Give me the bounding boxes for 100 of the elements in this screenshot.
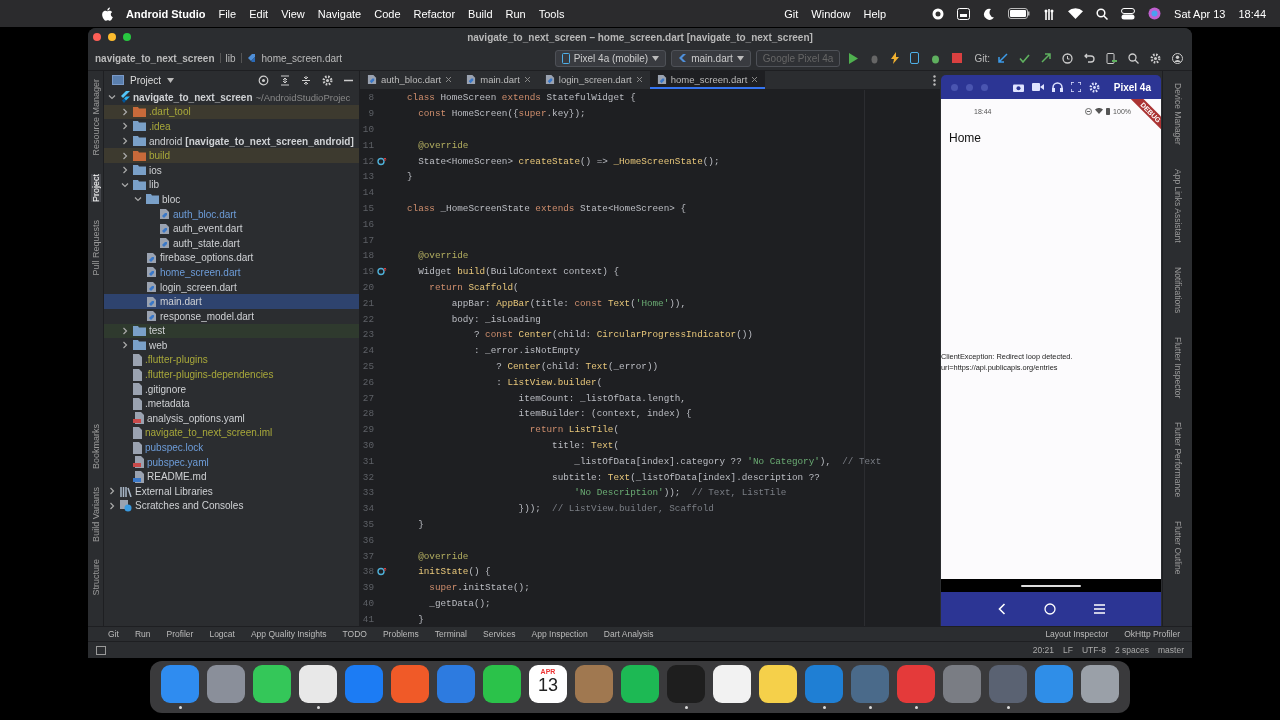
status-item[interactable]: 2 spaces (1115, 645, 1149, 655)
minimize-button[interactable] (108, 33, 116, 41)
arrow-icon[interactable] (1041, 53, 1051, 63)
stop-icon[interactable] (952, 53, 963, 63)
editor-tab[interactable]: home_screen.dart (649, 71, 766, 89)
menu-item[interactable]: Build (468, 7, 493, 20)
menu-item[interactable]: Tools (538, 7, 565, 20)
chevron-icon[interactable] (121, 166, 129, 175)
search-icon[interactable] (1128, 52, 1139, 64)
tool-window-button[interactable]: Problems (382, 629, 419, 639)
tool-window-button[interactable]: Run (134, 629, 151, 639)
menu-item[interactable]: Window (811, 7, 851, 20)
chevron-icon[interactable] (134, 195, 142, 204)
app-icon[interactable] (713, 665, 751, 703)
home-indicator[interactable] (1021, 584, 1081, 587)
tree-row[interactable]: README.md (104, 469, 359, 485)
tool-window-tab[interactable]: Flutter Inspector (1172, 336, 1183, 399)
chevron-icon[interactable] (108, 487, 116, 496)
tree-row[interactable]: .gitignore (104, 381, 359, 397)
apple-icon[interactable] (101, 6, 113, 21)
panel-title[interactable]: Project (130, 74, 162, 86)
tree-row[interactable]: test (104, 323, 359, 339)
chevron-icon[interactable] (121, 341, 129, 350)
tool-window-tab[interactable]: Build Variants (90, 486, 101, 542)
phone-icon[interactable] (910, 52, 920, 64)
arrow-icon[interactable] (998, 53, 1008, 63)
menu-item[interactable]: Run (505, 7, 526, 20)
collapse-all-icon[interactable] (301, 74, 311, 86)
tree-row[interactable]: analysis_options.yaml (104, 411, 359, 426)
editor-tab[interactable]: main.dart (459, 71, 538, 89)
tree-row[interactable]: navigate_to_next_screen ~/AndroidStudioProjec (104, 90, 359, 105)
chevron-icon[interactable] (121, 326, 129, 335)
menu-item[interactable]: Git (784, 7, 799, 20)
tree-row[interactable]: Scratches and Consoles (104, 498, 359, 514)
close-icon[interactable] (523, 75, 531, 83)
minimize-icon[interactable] (344, 78, 353, 82)
override-marker-icon[interactable] (377, 567, 388, 577)
video-icon[interactable] (1031, 83, 1044, 91)
tool-window-tab[interactable]: Resource Manager (90, 79, 101, 156)
panel-toggle-icon[interactable] (96, 645, 106, 655)
caret-icon[interactable] (167, 77, 175, 83)
tree-row[interactable]: pubspec.lock (104, 440, 359, 455)
app-icon[interactable] (1081, 665, 1119, 703)
tool-window-button[interactable]: App Quality Insights (250, 629, 327, 639)
status-item[interactable]: 20:21 (1032, 645, 1054, 655)
window-dot[interactable] (981, 83, 988, 91)
menu-item[interactable]: Help (863, 7, 887, 20)
tool-window-button[interactable]: Git (108, 629, 119, 639)
override-marker-icon[interactable] (377, 156, 388, 166)
wifi-icon[interactable] (1068, 8, 1084, 19)
breadcrumb-item[interactable]: home_screen.dart (261, 52, 343, 64)
tree-row[interactable]: pubspec.yaml (104, 454, 359, 470)
chevron-icon[interactable] (121, 107, 129, 116)
tree-row[interactable]: auth_event.dart (104, 221, 359, 236)
menu-item[interactable]: View (281, 7, 305, 20)
tree-row[interactable]: build (104, 148, 359, 163)
tray-icon[interactable] (957, 7, 971, 20)
zoom-button[interactable] (123, 33, 131, 41)
tree-row[interactable]: auth_bloc.dart (104, 206, 359, 222)
tool-window-button[interactable]: Terminal (434, 629, 467, 639)
tool-window-tab[interactable]: Bookmarks (90, 423, 101, 469)
home-icon[interactable] (1043, 603, 1056, 615)
menu-item[interactable]: Code (374, 7, 401, 20)
override-marker-icon[interactable] (377, 267, 388, 277)
tool-window-tab[interactable]: Flutter Outline (1172, 521, 1183, 575)
undo-icon[interactable] (1084, 53, 1095, 63)
tree-row[interactable]: .dart_tool (104, 104, 359, 120)
status-item[interactable]: LF (1062, 645, 1073, 655)
device-selector[interactable]: Pixel 4a (mobile) (554, 49, 667, 67)
tree-row[interactable]: External Libraries (104, 484, 359, 499)
tree-row[interactable]: .flutter-plugins (104, 352, 359, 368)
tool-window-tab[interactable]: Pull Requests (90, 219, 101, 276)
editor-tab[interactable]: login_screen.dart (537, 71, 650, 89)
target-icon[interactable] (258, 74, 269, 86)
window-dot[interactable] (951, 83, 958, 91)
search-icon[interactable] (1096, 7, 1109, 20)
tool-window-button[interactable]: Profiler (166, 629, 194, 639)
toggle-icon[interactable] (1121, 7, 1136, 20)
tree-row[interactable]: lib (104, 177, 359, 193)
tree-row[interactable]: .flutter-plugins-dependencies (104, 367, 359, 382)
tree-row[interactable]: bloc (104, 192, 359, 207)
tool-window-tab[interactable]: Notifications (1172, 266, 1183, 313)
close-icon[interactable] (445, 75, 453, 83)
menu-item[interactable]: File (218, 7, 237, 20)
tool-window-button[interactable]: Dart Analysis (603, 629, 654, 639)
chevron-icon[interactable] (121, 180, 129, 189)
device-icon[interactable] (1106, 52, 1117, 64)
tree-row[interactable]: home_screen.dart (104, 265, 359, 280)
close-button[interactable] (93, 33, 101, 41)
tree-row[interactable]: web (104, 338, 359, 353)
chevron-icon[interactable] (121, 137, 129, 146)
chevron-icon[interactable] (108, 501, 116, 510)
chevron-icon[interactable] (108, 93, 116, 102)
tool-window-button[interactable]: Logcat (209, 629, 235, 639)
lightning-icon[interactable] (891, 52, 900, 64)
check-icon[interactable] (1019, 53, 1030, 63)
tree-row[interactable]: ios (104, 162, 359, 178)
user-icon[interactable] (1172, 52, 1183, 64)
more-icon[interactable] (933, 74, 936, 86)
tree-row[interactable]: response_model.dart (104, 308, 359, 324)
